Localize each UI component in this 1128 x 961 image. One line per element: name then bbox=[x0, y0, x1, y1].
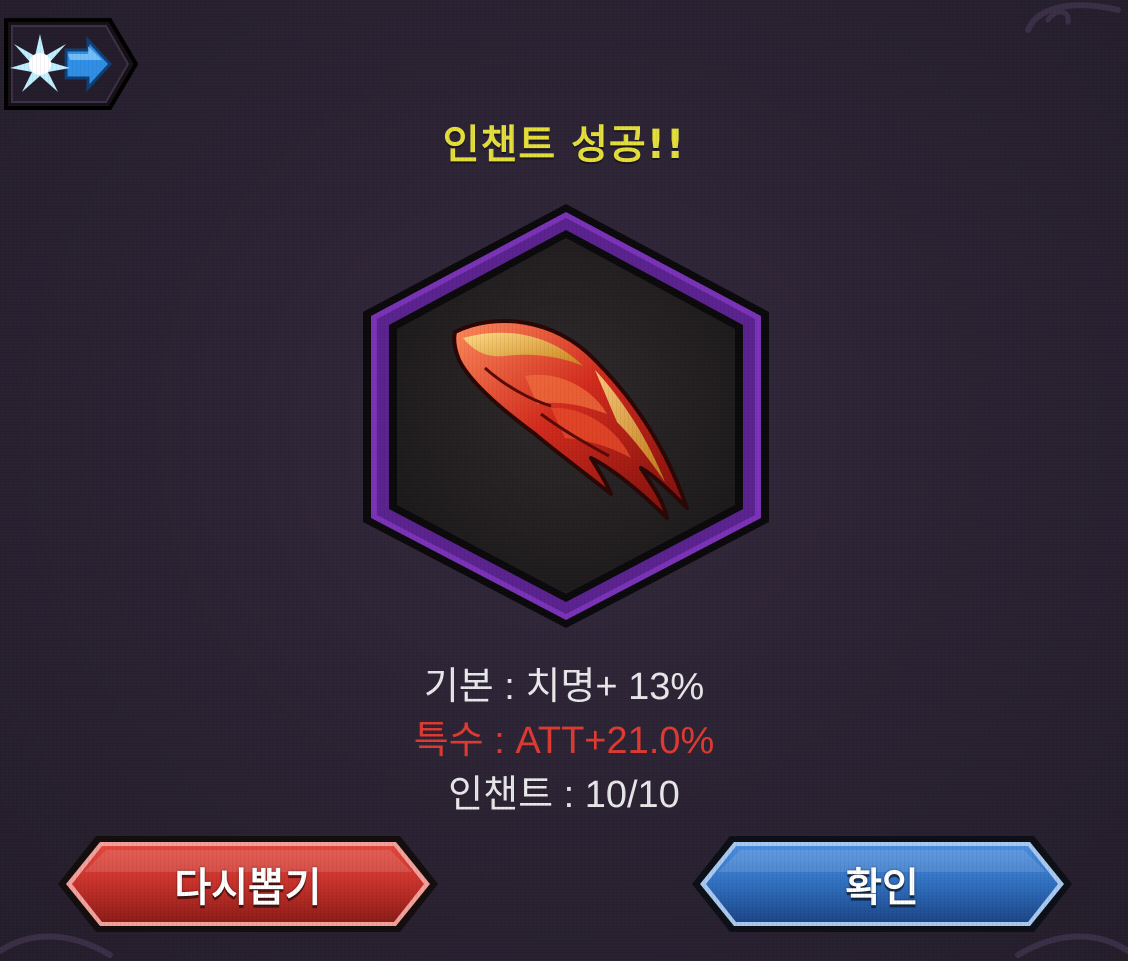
confirm-button-label: 확인 bbox=[845, 865, 919, 911]
corner-ornament-top-right bbox=[1025, 2, 1121, 33]
enchant-result-screen: 인챈트 성공!! 기본: 치명+ 13% 특수: ATT+21.0% 인챈트… bbox=[0, 0, 1128, 961]
item-stats: 기본 : 치명+ 13% 특수 : ATT+21.0% 인챈트 : 10/10 bbox=[0, 660, 1128, 822]
base-stat: 기본 : 치명+ 13% bbox=[423, 666, 705, 708]
redraw-button[interactable]: 다시뽑기 bbox=[56, 832, 440, 936]
redraw-button-label: 다시뽑기 bbox=[174, 865, 322, 911]
confirm-button[interactable]: 확인 bbox=[690, 832, 1074, 936]
enchant-level: 인챈트 : 10/10 bbox=[448, 774, 680, 816]
item-slot bbox=[355, 200, 777, 632]
burst-arrow-icon bbox=[10, 34, 113, 92]
skip-button[interactable] bbox=[0, 12, 140, 116]
special-stat: 특수 : ATT+21.0% bbox=[413, 720, 715, 762]
enchant-success-title: 인챈트 성공!! bbox=[442, 122, 686, 168]
